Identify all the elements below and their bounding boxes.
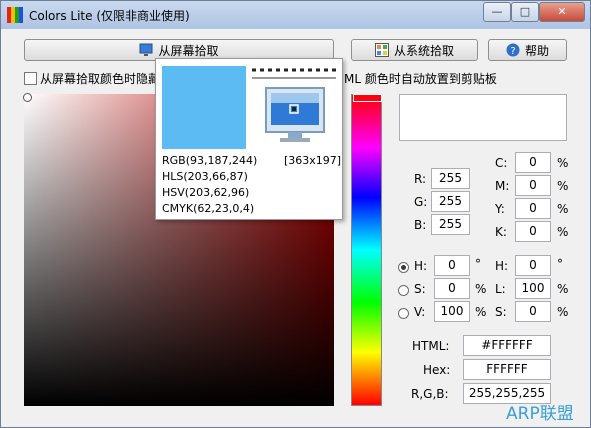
- b-label: B:: [414, 218, 427, 232]
- watermark: ARP联盟: [506, 404, 574, 424]
- g-field[interactable]: 255: [431, 191, 470, 212]
- hide-on-pick-checkbox[interactable]: [24, 72, 37, 85]
- popup-hsv-text: HSV(203,62,96): [162, 186, 250, 199]
- hsv-v-field[interactable]: 100: [434, 301, 470, 322]
- hue-slider-handle[interactable]: [353, 94, 382, 102]
- close-button[interactable]: ✕: [539, 2, 585, 22]
- r-field[interactable]: 255: [431, 168, 470, 189]
- hue-slider[interactable]: [351, 94, 382, 406]
- k-unit: %: [557, 225, 569, 239]
- k-label: K:: [495, 225, 507, 239]
- hsv-v-label: V:: [414, 305, 426, 319]
- pick-from-system-label: 从系统拾取: [393, 43, 454, 58]
- b-field[interactable]: 255: [431, 214, 470, 235]
- hsv-h-field[interactable]: 0: [434, 255, 470, 276]
- hsv-h-unit: °: [475, 257, 481, 271]
- magnified-monitor-icon: [252, 66, 336, 149]
- popup-cmyk-text: CMYK(62,23,0,4): [162, 202, 255, 215]
- picker-cursor[interactable]: [23, 93, 32, 102]
- m-field[interactable]: 0: [515, 175, 551, 196]
- m-label: M:: [495, 179, 510, 193]
- html-label: HTML:: [412, 339, 450, 353]
- help-icon: ?: [506, 43, 520, 57]
- rgb-output-label: R,G,B:: [411, 387, 449, 401]
- color-preview: [399, 94, 567, 141]
- m-unit: %: [557, 179, 569, 193]
- r-label: R:: [414, 172, 427, 186]
- y-label: Y:: [495, 202, 505, 216]
- help-button[interactable]: ? 帮助: [488, 39, 567, 61]
- hsv-s-field[interactable]: 0: [434, 278, 470, 299]
- c-label: C:: [495, 156, 508, 170]
- palette-grid-icon: [374, 43, 389, 57]
- hsv-s-unit: %: [475, 282, 487, 296]
- hex-field[interactable]: FFFFFF: [463, 359, 551, 380]
- window-title: Colors Lite (仅限非商业使用): [29, 9, 190, 23]
- hsv-h-label: H:: [414, 259, 428, 273]
- y-field[interactable]: 0: [515, 198, 551, 219]
- hex-label: Hex:: [423, 363, 451, 377]
- pick-from-screen-label: 从屏幕拾取: [158, 43, 219, 58]
- svg-text:?: ?: [510, 46, 515, 57]
- hls-s-field[interactable]: 0: [515, 301, 551, 322]
- hsv-s-radio[interactable]: [398, 285, 409, 296]
- g-label: G:: [414, 195, 428, 209]
- magnifier-view: [252, 66, 336, 149]
- hsv-v-unit: %: [475, 305, 487, 319]
- auto-clipboard-label: ML 颜色时自动放置到剪贴板: [344, 72, 497, 86]
- app-window: Colors Lite (仅限非商业使用) — □ ✕ 从屏幕拾取 从系统拾取 …: [0, 0, 591, 428]
- screen-pick-popup: RGB(93,187,244) [363x197] HLS(203,66,87)…: [155, 58, 343, 220]
- app-logo-icon: [7, 7, 23, 23]
- popup-hls-text: HLS(203,66,87): [162, 170, 248, 183]
- c-field[interactable]: 0: [515, 152, 551, 173]
- y-unit: %: [557, 202, 569, 216]
- monitor-icon: [139, 43, 153, 56]
- pick-from-system-button[interactable]: 从系统拾取: [351, 39, 478, 61]
- hls-h-field[interactable]: 0: [515, 255, 551, 276]
- hls-s-label: S:: [495, 305, 507, 319]
- c-unit: %: [557, 156, 569, 170]
- hsv-v-radio[interactable]: [398, 308, 409, 319]
- k-field[interactable]: 0: [515, 221, 551, 242]
- hide-on-pick-label: 从屏幕拾取颜色时隐藏: [40, 72, 161, 86]
- hls-l-unit: %: [557, 282, 569, 296]
- minimize-button[interactable]: —: [483, 2, 511, 22]
- help-label: 帮助: [524, 43, 549, 58]
- picked-color-swatch: [162, 66, 246, 149]
- hls-s-unit: %: [557, 305, 569, 319]
- popup-coords-text: [363x197]: [284, 154, 342, 167]
- hls-l-label: L:: [495, 282, 506, 296]
- hsv-h-radio[interactable]: [398, 262, 409, 273]
- popup-rgb-text: RGB(93,187,244): [162, 154, 258, 167]
- maximize-button[interactable]: □: [511, 2, 539, 22]
- hls-h-unit: °: [557, 257, 563, 271]
- html-field[interactable]: #FFFFFF: [463, 335, 551, 356]
- hls-l-field[interactable]: 100: [515, 278, 551, 299]
- hls-h-label: H:: [495, 259, 509, 273]
- title-bar: Colors Lite (仅限非商业使用) — □ ✕: [1, 1, 590, 29]
- hsv-s-label: S:: [414, 282, 426, 296]
